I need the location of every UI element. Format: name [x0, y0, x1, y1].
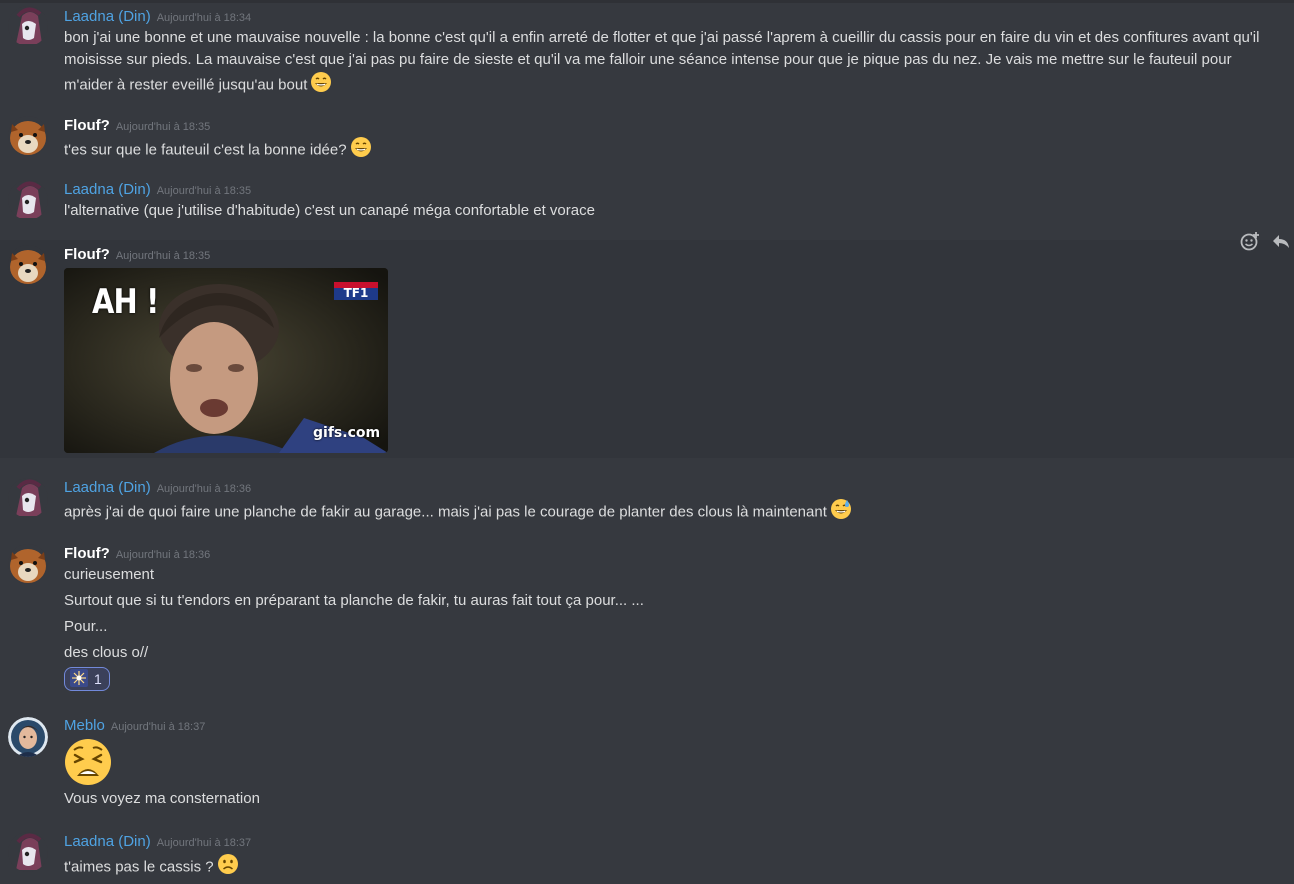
- message-text: Surtout que si tu t'endors en préparant …: [64, 592, 644, 609]
- avatar-laadna[interactable]: [8, 6, 48, 46]
- username[interactable]: Laadna (Din): [64, 833, 151, 850]
- avatar-laadna[interactable]: [8, 180, 48, 220]
- reaction-count: 1: [94, 671, 102, 687]
- timestamp: Aujourd'hui à 18:35: [115, 250, 211, 262]
- message-text: l'alternative (que j'utilise d'habitude)…: [64, 202, 595, 219]
- tf1-logo: TF1: [334, 282, 378, 300]
- message-text: t'aimes pas le cassis ?: [64, 853, 239, 882]
- timestamp: Aujourd'hui à 18:35: [115, 121, 211, 133]
- avatar-flouf[interactable]: [8, 245, 48, 285]
- sparkler-icon: [70, 668, 88, 690]
- reply-icon[interactable]: [1268, 228, 1294, 254]
- avatar-laadna[interactable]: [8, 832, 48, 872]
- gif-caption: AH !: [92, 282, 159, 322]
- gif-embed[interactable]: AH ! TF1 gifs.com: [64, 268, 388, 453]
- message: Flouf? Aujourd'hui à 18:36 curieusement S…: [0, 536, 1294, 696]
- message: Laadna (Din) Aujourd'hui à 18:37 t'aimes …: [0, 826, 1294, 884]
- message: Laadna (Din) Aujourd'hui à 18:36 après j'…: [0, 470, 1294, 530]
- message: Laadna (Din) Aujourd'hui à 18:35 l'altern…: [0, 172, 1294, 228]
- message-text: après j'ai de quoi faire une planche de …: [64, 498, 852, 527]
- username[interactable]: Laadna (Din): [64, 181, 151, 198]
- timestamp: Aujourd'hui à 18:34: [156, 12, 252, 24]
- gif-watermark: gifs.com: [313, 425, 381, 441]
- avatar-meblo[interactable]: [8, 717, 48, 757]
- message-text: bon j'ai une bonne et une mauvaise nouve…: [64, 27, 1264, 100]
- message-text: Pour...: [64, 618, 108, 635]
- username[interactable]: Flouf?: [64, 545, 110, 562]
- avatar-laadna[interactable]: [8, 478, 48, 518]
- timestamp: Aujourd'hui à 18:36: [115, 549, 211, 561]
- message: Laadna (Din) Aujourd'hui à 18:34 bon j'ai…: [0, 0, 1294, 100]
- username[interactable]: Laadna (Din): [64, 8, 151, 25]
- avatar-flouf[interactable]: [8, 544, 48, 584]
- timestamp: Aujourd'hui à 18:35: [156, 185, 252, 197]
- grinning-face-icon: [310, 71, 332, 100]
- timestamp: Aujourd'hui à 18:37: [156, 837, 252, 849]
- message: Meblo Aujourd'hui à 18:37 Vous voyez ma c…: [0, 708, 1294, 818]
- weary-face-icon: [64, 738, 112, 791]
- timestamp: Aujourd'hui à 18:36: [156, 483, 252, 495]
- username[interactable]: Flouf?: [64, 117, 110, 134]
- message-text: des clous o//: [64, 644, 149, 661]
- svg-text:TF1: TF1: [344, 286, 369, 300]
- grinning-face-icon: [350, 136, 372, 165]
- message-text: t'es sur que le fauteuil c'est la bonne …: [64, 136, 372, 165]
- message-text: curieusement: [64, 566, 155, 583]
- avatar-flouf[interactable]: [8, 116, 48, 156]
- grinning-sweat-icon: [830, 498, 852, 527]
- slightly-frowning-face-icon: [217, 853, 239, 882]
- username[interactable]: Flouf?: [64, 246, 110, 263]
- timestamp: Aujourd'hui à 18:37: [110, 721, 206, 733]
- message-text: Vous voyez ma consternation: [64, 790, 260, 807]
- username[interactable]: Laadna (Din): [64, 479, 151, 496]
- message: Flouf? Aujourd'hui à 18:35 t'es sur que l…: [0, 106, 1294, 166]
- reaction-button[interactable]: 1: [64, 667, 110, 691]
- add-reaction-icon[interactable]: [1237, 228, 1263, 254]
- username[interactable]: Meblo: [64, 717, 105, 734]
